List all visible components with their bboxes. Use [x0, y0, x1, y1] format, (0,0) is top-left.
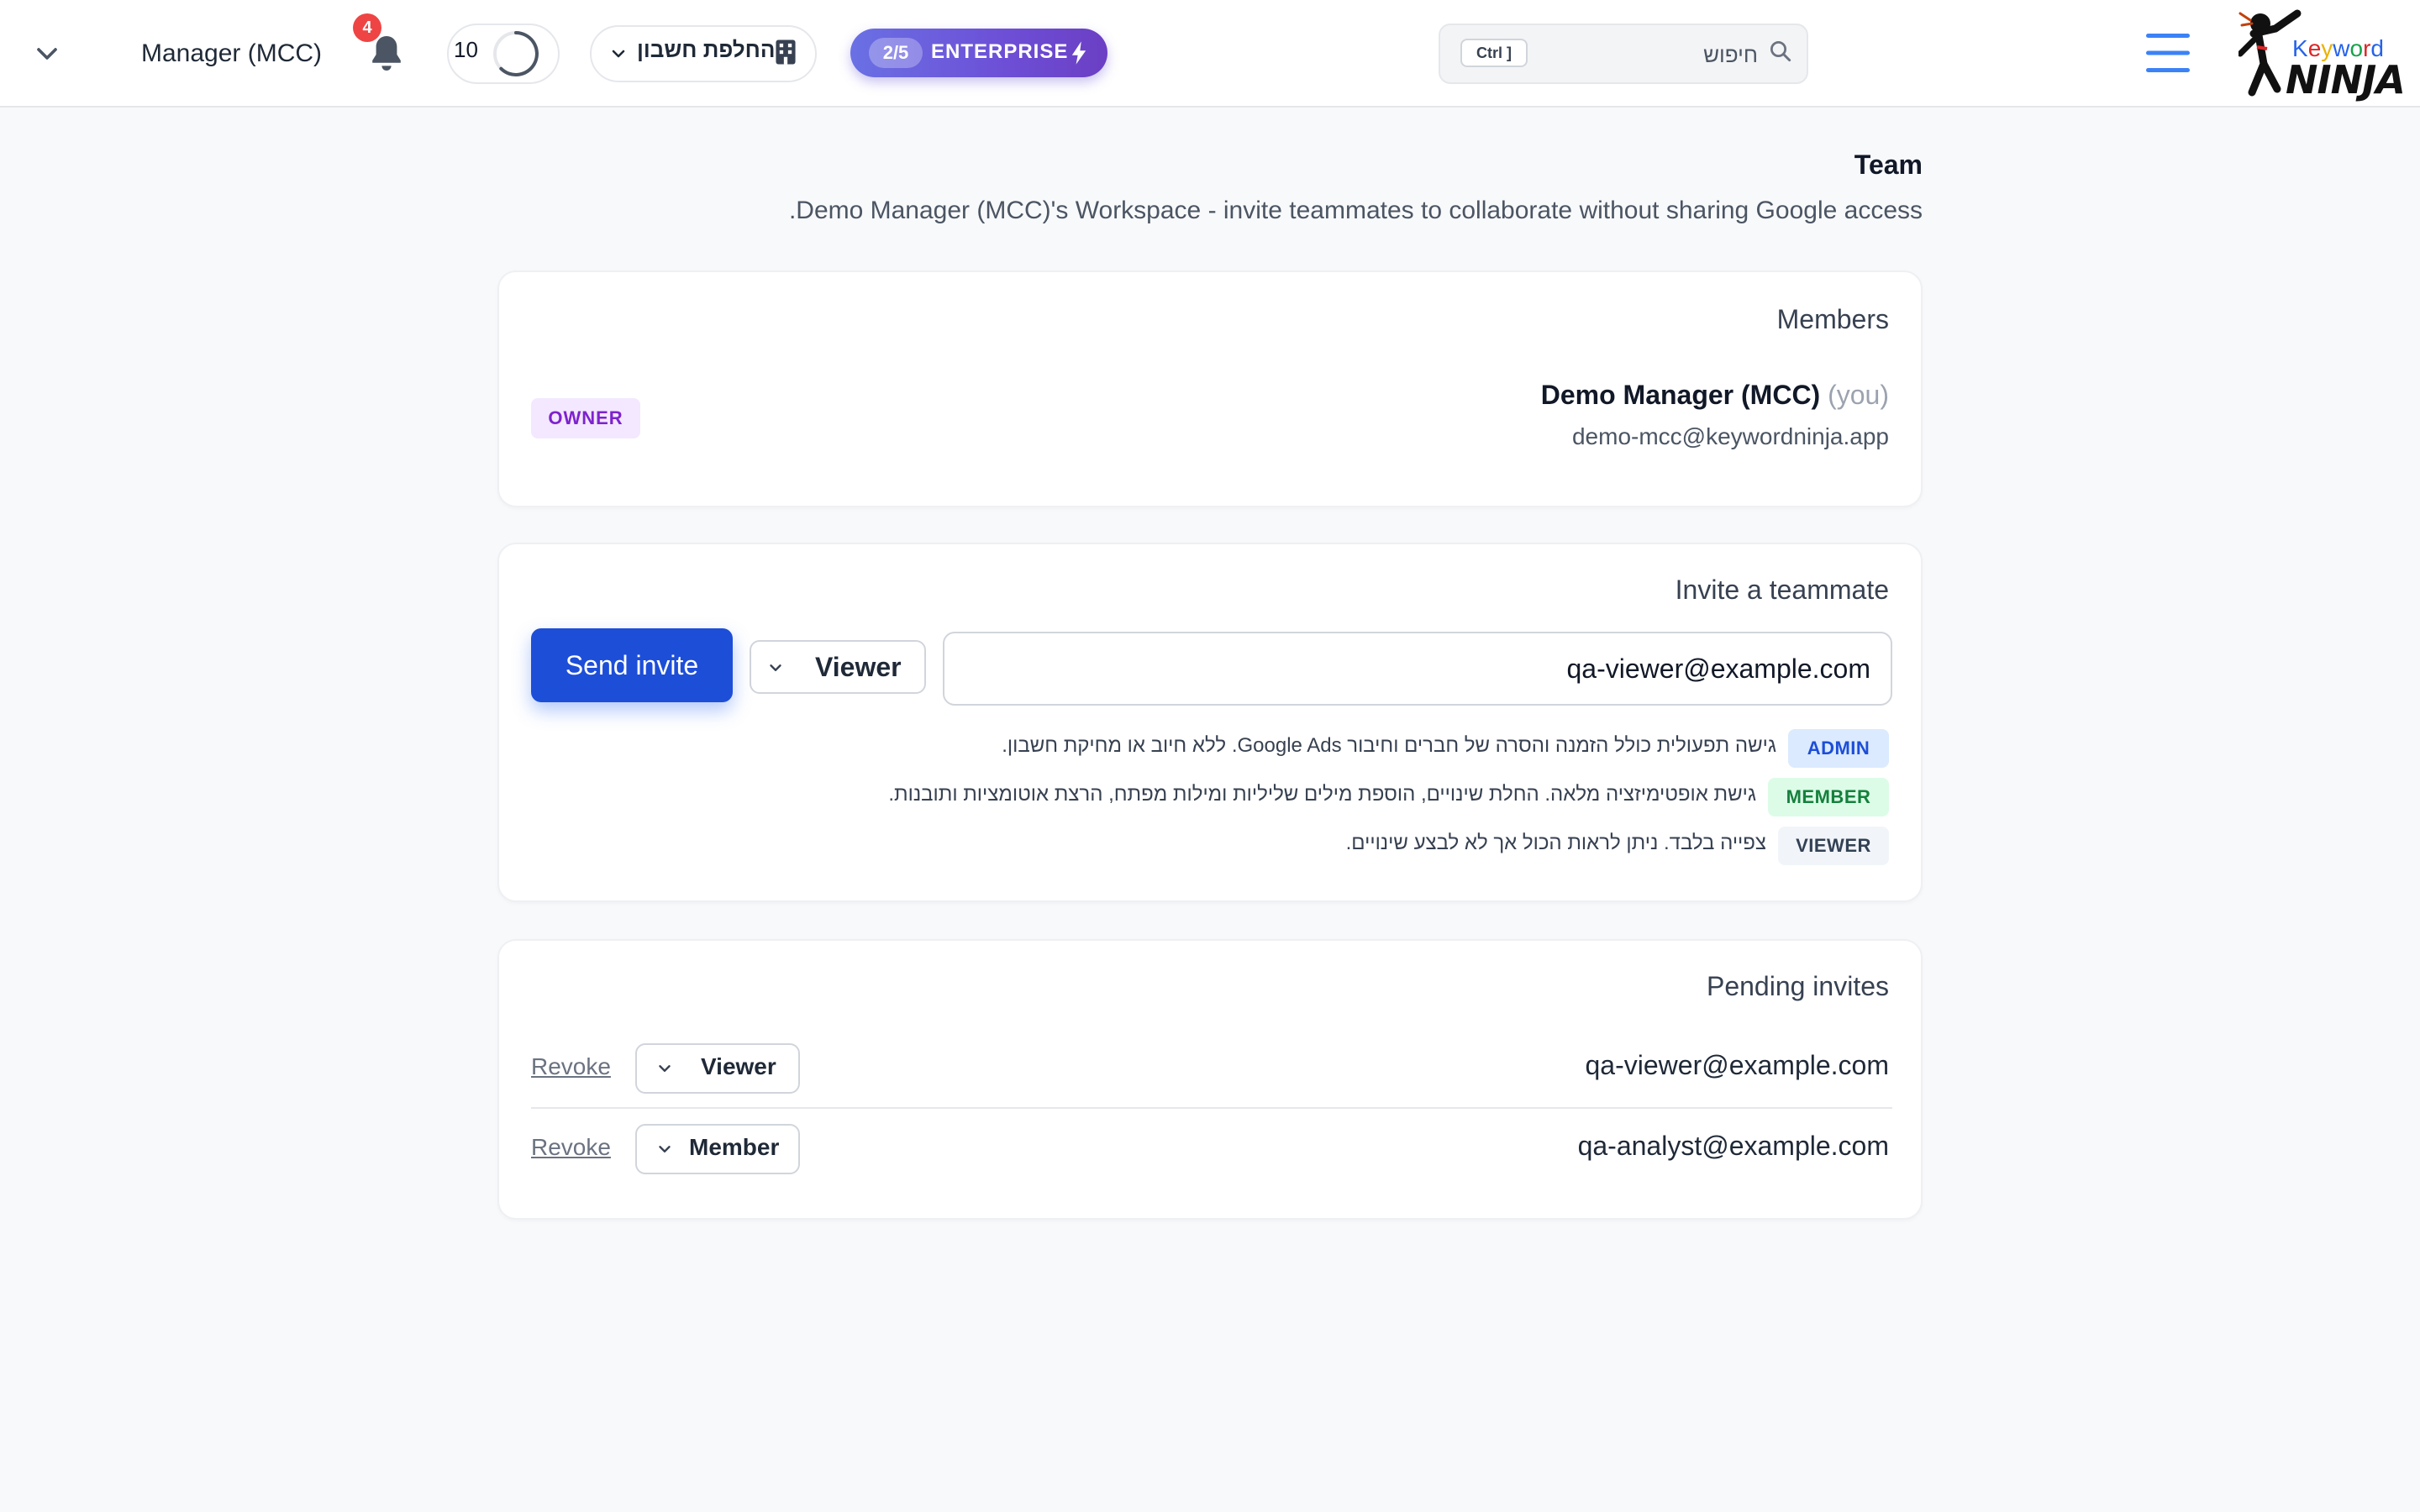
pending-role-value: Member — [689, 1134, 780, 1160]
notification-badge: 4 — [353, 13, 381, 42]
invite-card: Invite a teammate Viewer Send invite ADM… — [497, 543, 1923, 902]
role-description-member: גישת אופטימיזציה מלאה. החלת שינויים, הוס… — [888, 783, 1756, 806]
role-badge-viewer: VIEWER — [1778, 827, 1889, 865]
account-name[interactable]: Manager (MCC) — [141, 35, 322, 72]
hamburger-icon[interactable] — [2146, 32, 2190, 74]
revoke-link[interactable]: Revoke — [531, 1053, 611, 1080]
search-shortcut-hint: Ctrl ] — [1460, 39, 1528, 67]
building-icon — [776, 39, 796, 65]
chevron-down-icon[interactable] — [30, 37, 64, 71]
switch-account-label: החלפת חשבון — [637, 37, 776, 62]
pending-role-value: Viewer — [701, 1053, 776, 1079]
top-bar: Manager (MCC) 4 10 החלפת חשבון 2/5 ENTER… — [0, 0, 2420, 108]
credits-value: 10 — [454, 37, 478, 62]
invite-role-value: Viewer — [815, 652, 902, 682]
chevron-down-icon — [659, 1065, 671, 1072]
member-name-text: Demo Manager (MCC) — [1540, 380, 1821, 410]
plan-usage: 2/5 — [869, 38, 923, 68]
logo-wordmark-bottom: NINJA — [2286, 57, 2406, 102]
member-name: Demo Manager (MCC) (you) — [1541, 380, 1889, 411]
pending-invite-email: qa-analyst@example.com — [1577, 1131, 1889, 1161]
page-title: Team — [1854, 150, 1923, 180]
row-divider — [531, 1107, 1892, 1109]
pending-invites-card: Pending invites qa-viewer@example.com Vi… — [497, 939, 1923, 1220]
role-description-admin: גישה תפעולית כולל הזמנה והסרה של חברים ו… — [1002, 734, 1776, 757]
chevron-down-icon — [770, 664, 781, 671]
search-icon — [1770, 41, 1791, 62]
member-email: demo-mcc@keywordninja.app — [1571, 423, 1889, 449]
plan-name: ENTERPRISE — [931, 40, 1069, 63]
page-subtitle: .Demo Manager (MCC)'s Workspace - invite… — [788, 197, 1923, 224]
role-badge-member: MEMBER — [1768, 778, 1889, 816]
invite-email-input[interactable] — [943, 632, 1892, 706]
pending-title: Pending invites — [1706, 971, 1889, 1001]
role-description-viewer: צפייה בלבד. ניתן לראות הכול אך לא לבצע ש… — [1345, 832, 1766, 854]
pending-invite-email: qa-viewer@example.com — [1585, 1050, 1890, 1080]
revoke-link[interactable]: Revoke — [531, 1134, 611, 1161]
role-badge-owner: OWNER — [531, 398, 640, 438]
members-card: Members Demo Manager (MCC) (you) demo-mc… — [497, 270, 1923, 507]
chevron-down-icon — [612, 50, 625, 58]
search-input[interactable] — [1538, 37, 1760, 72]
members-title: Members — [1776, 304, 1889, 334]
invite-title: Invite a teammate — [1675, 575, 1889, 605]
send-invite-button[interactable]: Send invite — [531, 628, 733, 702]
chevron-down-icon — [659, 1146, 671, 1152]
member-you-label: (you) — [1828, 380, 1889, 410]
lightning-icon — [1071, 41, 1086, 65]
role-badge-admin: ADMIN — [1788, 729, 1889, 768]
progress-ring-icon — [493, 31, 539, 76]
